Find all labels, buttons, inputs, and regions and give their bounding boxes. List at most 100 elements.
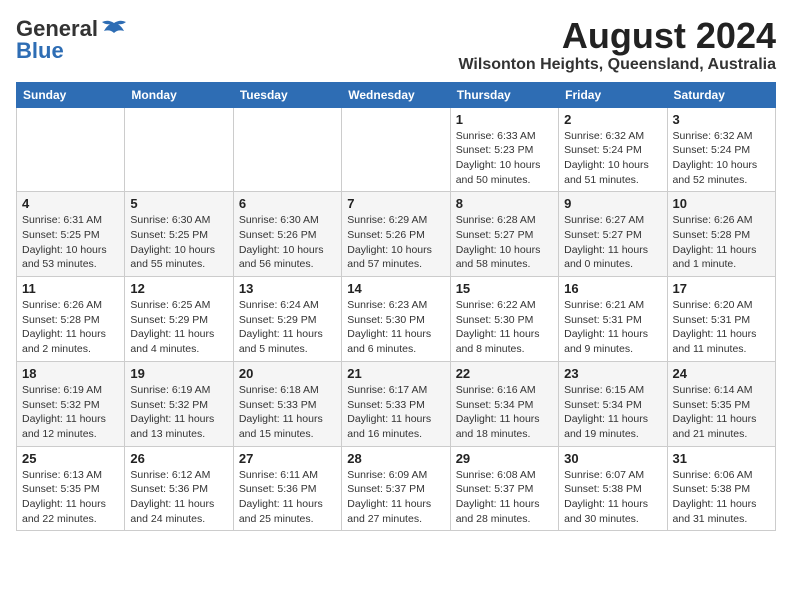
day-info: Sunrise: 6:17 AM Sunset: 5:33 PM Dayligh… bbox=[347, 383, 444, 442]
table-row: 18 Sunrise: 6:19 AM Sunset: 5:32 PM Dayli… bbox=[17, 361, 125, 446]
day-number: 18 bbox=[22, 366, 119, 381]
header-monday: Monday bbox=[125, 82, 233, 107]
calendar-week-row: 25 Sunrise: 6:13 AM Sunset: 5:35 PM Dayli… bbox=[17, 446, 776, 531]
day-info: Sunrise: 6:13 AM Sunset: 5:35 PM Dayligh… bbox=[22, 468, 119, 527]
day-number: 1 bbox=[456, 112, 553, 127]
calendar-header-row: Sunday Monday Tuesday Wednesday Thursday… bbox=[17, 82, 776, 107]
day-info: Sunrise: 6:19 AM Sunset: 5:32 PM Dayligh… bbox=[130, 383, 227, 442]
day-info: Sunrise: 6:22 AM Sunset: 5:30 PM Dayligh… bbox=[456, 298, 553, 357]
day-info: Sunrise: 6:31 AM Sunset: 5:25 PM Dayligh… bbox=[22, 213, 119, 272]
day-number: 23 bbox=[564, 366, 661, 381]
table-row: 8Sunrise: 6:28 AM Sunset: 5:27 PM Daylig… bbox=[450, 192, 558, 277]
day-info: Sunrise: 6:12 AM Sunset: 5:36 PM Dayligh… bbox=[130, 468, 227, 527]
logo: General Blue bbox=[16, 16, 128, 64]
table-row: 13 Sunrise: 6:24 AM Sunset: 5:29 PM Dayli… bbox=[233, 277, 341, 362]
table-row: 16Sunrise: 6:21 AM Sunset: 5:31 PM Dayli… bbox=[559, 277, 667, 362]
day-number: 21 bbox=[347, 366, 444, 381]
table-row: 9 Sunrise: 6:27 AM Sunset: 5:27 PM Daylig… bbox=[559, 192, 667, 277]
table-row: 23 Sunrise: 6:15 AM Sunset: 5:34 PM Dayli… bbox=[559, 361, 667, 446]
day-number: 27 bbox=[239, 451, 336, 466]
day-number: 15 bbox=[456, 281, 553, 296]
calendar-table: Sunday Monday Tuesday Wednesday Thursday… bbox=[16, 82, 776, 532]
day-info: Sunrise: 6:27 AM Sunset: 5:27 PM Dayligh… bbox=[564, 213, 661, 272]
table-row: 29 Sunrise: 6:08 AM Sunset: 5:37 PM Dayli… bbox=[450, 446, 558, 531]
table-row: 26 Sunrise: 6:12 AM Sunset: 5:36 PM Dayli… bbox=[125, 446, 233, 531]
day-number: 8 bbox=[456, 196, 553, 211]
table-row: 31 Sunrise: 6:06 AM Sunset: 5:38 PM Dayli… bbox=[667, 446, 775, 531]
day-info: Sunrise: 6:08 AM Sunset: 5:37 PM Dayligh… bbox=[456, 468, 553, 527]
day-info: Sunrise: 6:26 AM Sunset: 5:28 PM Dayligh… bbox=[673, 213, 770, 272]
logo-bird-icon bbox=[100, 19, 128, 39]
table-row: 7Sunrise: 6:29 AM Sunset: 5:26 PM Daylig… bbox=[342, 192, 450, 277]
table-row: 11Sunrise: 6:26 AM Sunset: 5:28 PM Dayli… bbox=[17, 277, 125, 362]
day-number: 13 bbox=[239, 281, 336, 296]
day-number: 9 bbox=[564, 196, 661, 211]
table-row: 15 Sunrise: 6:22 AM Sunset: 5:30 PM Dayli… bbox=[450, 277, 558, 362]
day-number: 11 bbox=[22, 281, 119, 296]
table-row bbox=[125, 107, 233, 192]
calendar-week-row: 11Sunrise: 6:26 AM Sunset: 5:28 PM Dayli… bbox=[17, 277, 776, 362]
day-number: 16 bbox=[564, 281, 661, 296]
day-number: 10 bbox=[673, 196, 770, 211]
header-tuesday: Tuesday bbox=[233, 82, 341, 107]
table-row: 22 Sunrise: 6:16 AM Sunset: 5:34 PM Dayli… bbox=[450, 361, 558, 446]
logo-blue: Blue bbox=[16, 38, 64, 64]
header-wednesday: Wednesday bbox=[342, 82, 450, 107]
table-row: 3 Sunrise: 6:32 AM Sunset: 5:24 PM Daylig… bbox=[667, 107, 775, 192]
table-row bbox=[17, 107, 125, 192]
day-number: 22 bbox=[456, 366, 553, 381]
day-number: 26 bbox=[130, 451, 227, 466]
table-row: 17Sunrise: 6:20 AM Sunset: 5:31 PM Dayli… bbox=[667, 277, 775, 362]
day-number: 28 bbox=[347, 451, 444, 466]
table-row: 1 Sunrise: 6:33 AM Sunset: 5:23 PM Daylig… bbox=[450, 107, 558, 192]
table-row: 30Sunrise: 6:07 AM Sunset: 5:38 PM Dayli… bbox=[559, 446, 667, 531]
day-info: Sunrise: 6:18 AM Sunset: 5:33 PM Dayligh… bbox=[239, 383, 336, 442]
day-number: 12 bbox=[130, 281, 227, 296]
day-info: Sunrise: 6:30 AM Sunset: 5:25 PM Dayligh… bbox=[130, 213, 227, 272]
day-number: 25 bbox=[22, 451, 119, 466]
table-row: 24 Sunrise: 6:14 AM Sunset: 5:35 PM Dayli… bbox=[667, 361, 775, 446]
table-row bbox=[342, 107, 450, 192]
day-info: Sunrise: 6:24 AM Sunset: 5:29 PM Dayligh… bbox=[239, 298, 336, 357]
header-saturday: Saturday bbox=[667, 82, 775, 107]
table-row: 6 Sunrise: 6:30 AM Sunset: 5:26 PM Daylig… bbox=[233, 192, 341, 277]
table-row: 14Sunrise: 6:23 AM Sunset: 5:30 PM Dayli… bbox=[342, 277, 450, 362]
table-row: 4Sunrise: 6:31 AM Sunset: 5:25 PM Daylig… bbox=[17, 192, 125, 277]
day-info: Sunrise: 6:06 AM Sunset: 5:38 PM Dayligh… bbox=[673, 468, 770, 527]
day-number: 31 bbox=[673, 451, 770, 466]
day-info: Sunrise: 6:30 AM Sunset: 5:26 PM Dayligh… bbox=[239, 213, 336, 272]
table-row: 25 Sunrise: 6:13 AM Sunset: 5:35 PM Dayli… bbox=[17, 446, 125, 531]
calendar-week-row: 4Sunrise: 6:31 AM Sunset: 5:25 PM Daylig… bbox=[17, 192, 776, 277]
day-info: Sunrise: 6:16 AM Sunset: 5:34 PM Dayligh… bbox=[456, 383, 553, 442]
month-year-title: August 2024 bbox=[458, 16, 776, 56]
table-row: 20 Sunrise: 6:18 AM Sunset: 5:33 PM Dayli… bbox=[233, 361, 341, 446]
day-number: 3 bbox=[673, 112, 770, 127]
day-info: Sunrise: 6:33 AM Sunset: 5:23 PM Dayligh… bbox=[456, 129, 553, 188]
table-row: 5Sunrise: 6:30 AM Sunset: 5:25 PM Daylig… bbox=[125, 192, 233, 277]
day-info: Sunrise: 6:32 AM Sunset: 5:24 PM Dayligh… bbox=[564, 129, 661, 188]
day-info: Sunrise: 6:14 AM Sunset: 5:35 PM Dayligh… bbox=[673, 383, 770, 442]
day-number: 6 bbox=[239, 196, 336, 211]
table-row: 28 Sunrise: 6:09 AM Sunset: 5:37 PM Dayli… bbox=[342, 446, 450, 531]
location-subtitle: Wilsonton Heights, Queensland, Australia bbox=[458, 56, 776, 74]
page-header: General Blue August 2024 Wilsonton Heigh… bbox=[16, 16, 776, 74]
day-number: 29 bbox=[456, 451, 553, 466]
header-friday: Friday bbox=[559, 82, 667, 107]
title-area: August 2024 Wilsonton Heights, Queenslan… bbox=[458, 16, 776, 74]
day-info: Sunrise: 6:09 AM Sunset: 5:37 PM Dayligh… bbox=[347, 468, 444, 527]
header-thursday: Thursday bbox=[450, 82, 558, 107]
table-row: 19 Sunrise: 6:19 AM Sunset: 5:32 PM Dayli… bbox=[125, 361, 233, 446]
day-number: 20 bbox=[239, 366, 336, 381]
table-row: 10 Sunrise: 6:26 AM Sunset: 5:28 PM Dayli… bbox=[667, 192, 775, 277]
table-row: 2Sunrise: 6:32 AM Sunset: 5:24 PM Daylig… bbox=[559, 107, 667, 192]
calendar-week-row: 1 Sunrise: 6:33 AM Sunset: 5:23 PM Daylig… bbox=[17, 107, 776, 192]
day-info: Sunrise: 6:25 AM Sunset: 5:29 PM Dayligh… bbox=[130, 298, 227, 357]
day-info: Sunrise: 6:19 AM Sunset: 5:32 PM Dayligh… bbox=[22, 383, 119, 442]
day-number: 24 bbox=[673, 366, 770, 381]
day-info: Sunrise: 6:11 AM Sunset: 5:36 PM Dayligh… bbox=[239, 468, 336, 527]
day-number: 19 bbox=[130, 366, 227, 381]
day-info: Sunrise: 6:32 AM Sunset: 5:24 PM Dayligh… bbox=[673, 129, 770, 188]
day-info: Sunrise: 6:15 AM Sunset: 5:34 PM Dayligh… bbox=[564, 383, 661, 442]
day-info: Sunrise: 6:23 AM Sunset: 5:30 PM Dayligh… bbox=[347, 298, 444, 357]
day-number: 30 bbox=[564, 451, 661, 466]
